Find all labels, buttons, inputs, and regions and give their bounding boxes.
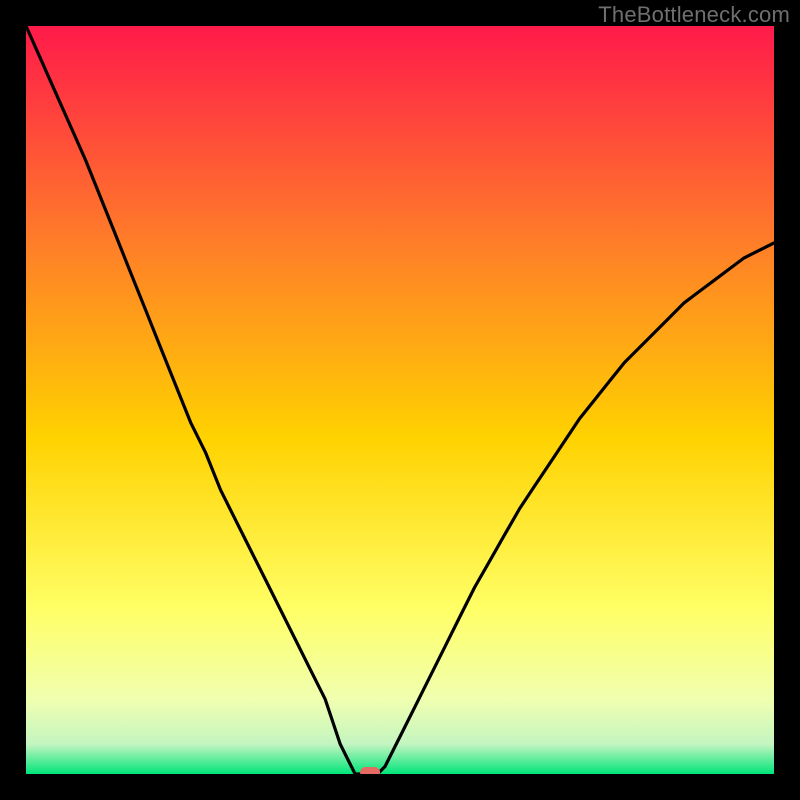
- bottleneck-chart: [26, 26, 774, 774]
- chart-frame: TheBottleneck.com: [0, 0, 800, 800]
- watermark-label: TheBottleneck.com: [598, 2, 790, 28]
- plot-area: [26, 26, 774, 774]
- optimal-marker: [360, 767, 380, 774]
- gradient-background: [26, 26, 774, 774]
